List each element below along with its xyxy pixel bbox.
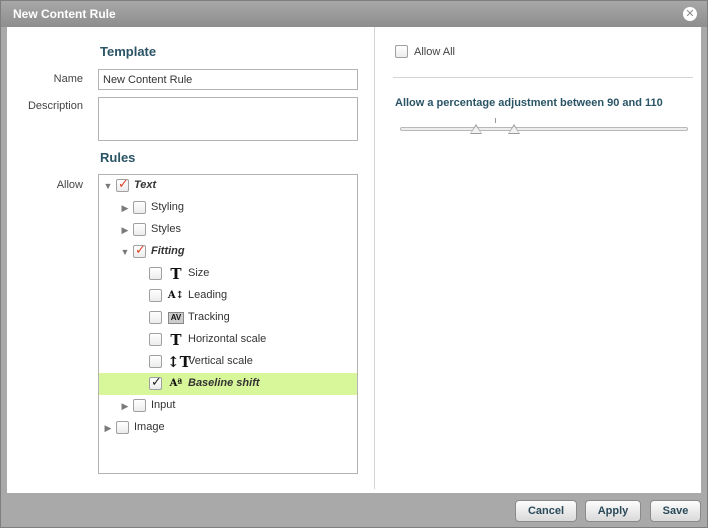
close-icon[interactable]: ✕	[683, 7, 697, 21]
tree-checkbox-input[interactable]	[133, 399, 146, 412]
collapsed-arrow-icon[interactable]: ▶	[120, 202, 130, 214]
horizontal-scale-icon: T	[170, 331, 182, 349]
tree-item-label: Size	[188, 267, 210, 279]
tree-item-label: Horizontal scale	[188, 333, 267, 345]
tree-item-label: Styles	[151, 223, 181, 235]
content-rule-dialog: New Content Rule ✕ Template Name Descrip…	[0, 0, 708, 528]
tree-item-label: Text	[134, 179, 157, 191]
tree-item-label: Baseline shift	[188, 377, 260, 389]
tree-item-vertical-scale[interactable]: ↕T Vertical scale	[99, 351, 357, 373]
tree-checkbox-fitting[interactable]: ✓	[133, 243, 146, 258]
tree-item-size[interactable]: T Size	[99, 263, 357, 285]
right-panel-divider	[393, 77, 693, 78]
tree-item-label: Styling	[151, 201, 185, 213]
slider-center-tick	[495, 118, 496, 123]
panel-divider	[374, 27, 375, 489]
collapsed-arrow-icon[interactable]: ▶	[103, 422, 113, 434]
tree-item-horizontal-scale[interactable]: T Horizontal scale	[99, 329, 357, 351]
rules-heading: Rules	[100, 150, 136, 165]
rules-tree: ▼ ✓ Text ▶ Styling ▶ Styles ▼ ✓ Fitting	[98, 174, 358, 474]
tree-checkbox-text[interactable]: ✓	[116, 177, 129, 192]
tree-item-label: Fitting	[151, 245, 185, 257]
vertical-scale-icon: ↕T	[167, 353, 191, 371]
tree-checkbox-tracking[interactable]	[149, 311, 162, 324]
tree-item-styles[interactable]: ▶ Styles	[99, 219, 357, 241]
tree-checkbox-styling[interactable]	[133, 201, 146, 214]
tree-item-baseline-shift[interactable]: ✓ Aª Baseline shift	[99, 373, 357, 395]
collapsed-arrow-icon[interactable]: ▶	[120, 400, 130, 412]
tree-checkbox-horizontal-scale[interactable]	[149, 333, 162, 346]
allow-all-label: Allow All	[414, 46, 455, 58]
tree-checkbox-leading[interactable]	[149, 289, 162, 302]
dialog-body: Template Name Description Rules Allow ▼ …	[7, 27, 701, 493]
collapsed-arrow-icon[interactable]: ▶	[120, 224, 130, 236]
tree-checkbox-styles[interactable]	[133, 223, 146, 236]
expand-arrow-icon[interactable]: ▼	[103, 180, 113, 192]
tracking-icon: AV	[168, 312, 184, 324]
baseline-shift-icon: Aª	[169, 378, 183, 389]
tree-item-tracking[interactable]: AV Tracking	[99, 307, 357, 329]
tree-item-label: Tracking	[188, 311, 230, 323]
description-textarea[interactable]	[98, 97, 358, 141]
tree-item-label: Vertical scale	[188, 355, 253, 367]
slider-max-thumb[interactable]	[508, 124, 520, 134]
dialog-title: New Content Rule	[13, 7, 116, 21]
name-input[interactable]	[98, 69, 358, 90]
name-label: Name	[53, 73, 83, 85]
tree-item-fitting[interactable]: ▼ ✓ Fitting	[99, 241, 357, 263]
tree-checkbox-baseline-shift[interactable]: ✓	[149, 375, 162, 390]
allow-all-checkbox[interactable]	[395, 45, 408, 58]
allow-label: Allow	[56, 179, 83, 191]
apply-button[interactable]: Apply	[585, 500, 641, 522]
tree-item-label: Input	[151, 399, 176, 411]
tree-checkbox-size[interactable]	[149, 267, 162, 280]
tree-checkbox-vertical-scale[interactable]	[149, 355, 162, 368]
tree-checkbox-image[interactable]	[116, 421, 129, 434]
dialog-titlebar: New Content Rule	[1, 1, 707, 27]
tree-item-label: Image	[134, 421, 165, 433]
tree-item-image[interactable]: ▶ Image	[99, 417, 357, 439]
tree-item-leading[interactable]: A↕ Leading	[99, 285, 357, 307]
font-size-icon: T	[170, 265, 182, 283]
cancel-button[interactable]: Cancel	[515, 500, 577, 522]
tree-item-label: Leading	[188, 289, 228, 301]
slider-min-thumb[interactable]	[470, 124, 482, 134]
save-button[interactable]: Save	[650, 500, 701, 522]
tree-item-input[interactable]: ▶ Input	[99, 395, 357, 417]
leading-icon: A↕	[167, 290, 185, 301]
percentage-range-slider[interactable]	[400, 127, 688, 131]
template-heading: Template	[100, 44, 157, 59]
expand-arrow-icon[interactable]: ▼	[120, 246, 130, 258]
percentage-adjustment-text: Allow a percentage adjustment between 90…	[395, 97, 663, 109]
tree-item-styling[interactable]: ▶ Styling	[99, 197, 357, 219]
tree-item-text[interactable]: ▼ ✓ Text	[99, 175, 357, 197]
description-label: Description	[27, 100, 83, 112]
